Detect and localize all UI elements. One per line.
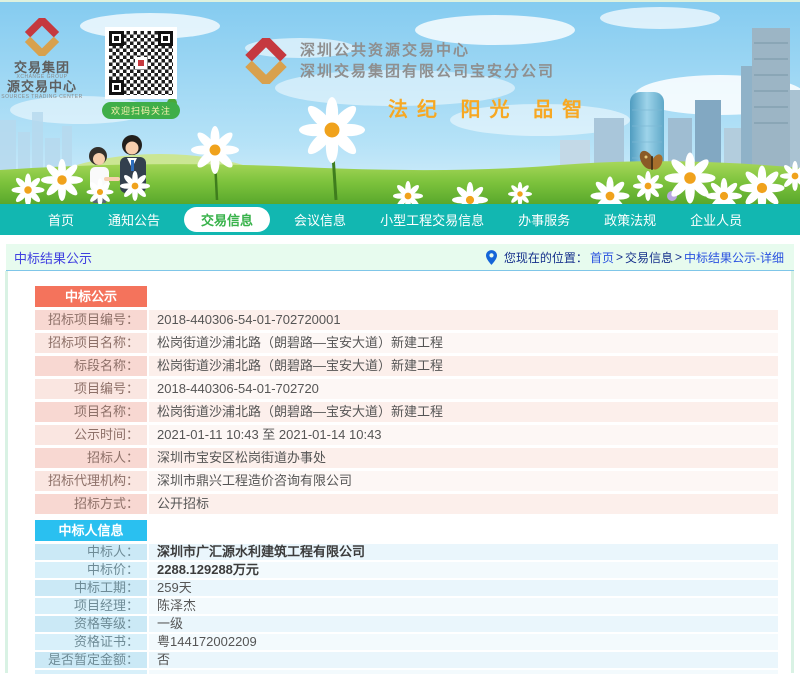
field-label: 项目名称： (35, 402, 147, 422)
group-logo-text-cn2: 源交易中心 (0, 80, 98, 94)
breadcrumb-separator: > (616, 250, 623, 264)
winner-info-section: 中标人信息 中标人： 深圳市广汇源水利建筑工程有限公司 中标价： 2288.12… (35, 520, 778, 674)
field-label: 中标工期： (35, 580, 147, 596)
field-value: 否 (149, 652, 778, 668)
nav-item-small-projects[interactable]: 小型工程交易信息 (370, 207, 494, 232)
page-title: 中标结果公示 (14, 248, 92, 267)
table-row: 中标人： 深圳市广汇源水利建筑工程有限公司 (35, 544, 778, 560)
field-value: 2018-440306-54-01-702720001 (149, 310, 778, 330)
org-name-line1: 深圳公共资源交易中心 (300, 40, 555, 61)
table-row: 招标人： 深圳市宝安区松岗街道办事处 (35, 448, 778, 468)
org-name-line2: 深圳交易集团有限公司宝安分公司 (300, 61, 555, 82)
breadcrumb: 您现在的位置： 首页 > 交易信息 > 中标结果公示-详细 (486, 249, 784, 266)
field-label: 是否暂定金额： (35, 652, 147, 668)
breadcrumb-home-link[interactable]: 首页 (590, 249, 614, 266)
qr-code-block: 欢迎扫码关注 (102, 27, 180, 119)
section-header-announcement: 中标公示 (35, 286, 147, 307)
field-label: 招标项目名称： (35, 333, 147, 353)
field-label: 招标项目编号： (35, 310, 147, 330)
field-label: 资格等级： (35, 616, 147, 632)
breadcrumb-separator: > (675, 250, 682, 264)
left-edge-divider (5, 271, 8, 673)
field-value: 深圳市广汇源水利建筑工程有限公司 (149, 544, 778, 560)
nav-item-services[interactable]: 办事服务 (508, 207, 580, 232)
field-value: 深圳市鼎兴工程造价咨询有限公司 (149, 471, 778, 491)
table-row: 资格证书： 粤144172002209 (35, 634, 778, 650)
location-pin-icon (486, 250, 497, 265)
field-label: 中标价： (35, 562, 147, 578)
table-row: 项目名称： 松岗街道沙浦北路（朗碧路—宝安大道）新建工程 (35, 402, 778, 422)
table-row: 招标项目编号： 2018-440306-54-01-702720001 (35, 310, 778, 330)
field-label: 标段名称： (35, 356, 147, 376)
main-content: 中标公示 招标项目编号： 2018-440306-54-01-702720001… (0, 271, 800, 673)
breadcrumb-section-link[interactable]: 交易信息 (625, 249, 673, 266)
table-row: 招标项目名称： 松岗街道沙浦北路（朗碧路—宝安大道）新建工程 (35, 333, 778, 353)
table-row: 中标价： 2288.129288万元 (35, 562, 778, 578)
qr-caption: 欢迎扫码关注 (102, 102, 180, 119)
field-value: 陈泽杰 (149, 598, 778, 614)
location-prefix: 您现在的位置： (504, 249, 588, 266)
field-label: 招标人： (35, 448, 147, 468)
field-value: 一级 (149, 616, 778, 632)
table-row: 招标方式： 公开招标 (35, 494, 778, 514)
table-row: 标段名称： 松岗街道沙浦北路（朗碧路—宝安大道）新建工程 (35, 356, 778, 376)
nav-item-home[interactable]: 首页 (38, 207, 84, 232)
group-logo: 交易集团 XCHANGE GROUP 源交易中心 SOURCES TRADING… (0, 18, 98, 100)
table-row (35, 670, 778, 674)
field-value: 2288.129288万元 (149, 562, 778, 578)
nav-item-enterprise[interactable]: 企业人员 (680, 207, 752, 232)
field-value: 公开招标 (149, 494, 778, 514)
breadcrumb-current: 中标结果公示-详细 (684, 249, 784, 266)
group-logo-icon (23, 18, 61, 56)
table-row: 项目经理： 陈泽杰 (35, 598, 778, 614)
field-value: 松岗街道沙浦北路（朗碧路—宝安大道）新建工程 (149, 356, 778, 376)
nav-item-meeting-info[interactable]: 会议信息 (284, 207, 356, 232)
group-logo-text-en2: SOURCES TRADING CENTER (0, 95, 98, 101)
site-logo: 深圳公共资源交易中心 深圳交易集团有限公司宝安分公司 (243, 38, 555, 84)
group-logo-text-cn1: 交易集团 (0, 61, 98, 75)
field-label: 资格证书： (35, 634, 147, 650)
field-value: 松岗街道沙浦北路（朗碧路—宝安大道）新建工程 (149, 402, 778, 422)
nav-item-trade-info[interactable]: 交易信息 (184, 207, 270, 232)
table-row: 项目编号： 2018-440306-54-01-702720 (35, 379, 778, 399)
qr-code (105, 27, 177, 99)
table-row: 中标工期： 259天 (35, 580, 778, 596)
field-value: 2021-01-11 10:43 至 2021-01-14 10:43 (149, 425, 778, 445)
nav-item-notices[interactable]: 通知公告 (98, 207, 170, 232)
section-header-winner: 中标人信息 (35, 520, 147, 541)
field-value: 松岗街道沙浦北路（朗碧路—宝安大道）新建工程 (149, 333, 778, 353)
site-logo-icon (243, 38, 289, 84)
field-label: 招标代理机构： (35, 471, 147, 491)
main-nav: 首页 通知公告 交易信息 会议信息 小型工程交易信息 办事服务 政策法规 企业人… (0, 204, 800, 235)
right-edge-divider (791, 271, 794, 673)
banner-slogan: 法纪 阳光 品智 (388, 93, 591, 122)
table-row: 招标代理机构： 深圳市鼎兴工程造价咨询有限公司 (35, 471, 778, 491)
header-banner: 交易集团 XCHANGE GROUP 源交易中心 SOURCES TRADING… (0, 0, 800, 204)
table-row: 是否暂定金额： 否 (35, 652, 778, 668)
field-label: 项目编号： (35, 379, 147, 399)
field-label: 项目经理： (35, 598, 147, 614)
nav-item-policies[interactable]: 政策法规 (594, 207, 666, 232)
field-value: 259天 (149, 580, 778, 596)
field-label: 招标方式： (35, 494, 147, 514)
award-announcement-section: 中标公示 招标项目编号： 2018-440306-54-01-702720001… (35, 271, 778, 514)
field-value: 2018-440306-54-01-702720 (149, 379, 778, 399)
field-label: 公示时间： (35, 425, 147, 445)
field-value: 深圳市宝安区松岗街道办事处 (149, 448, 778, 468)
table-row: 公示时间： 2021-01-11 10:43 至 2021-01-14 10:4… (35, 425, 778, 445)
field-value: 粤144172002209 (149, 634, 778, 650)
breadcrumb-bar: 中标结果公示 您现在的位置： 首页 > 交易信息 > 中标结果公示-详细 (6, 244, 794, 271)
table-row: 资格等级： 一级 (35, 616, 778, 632)
field-label: 中标人： (35, 544, 147, 560)
